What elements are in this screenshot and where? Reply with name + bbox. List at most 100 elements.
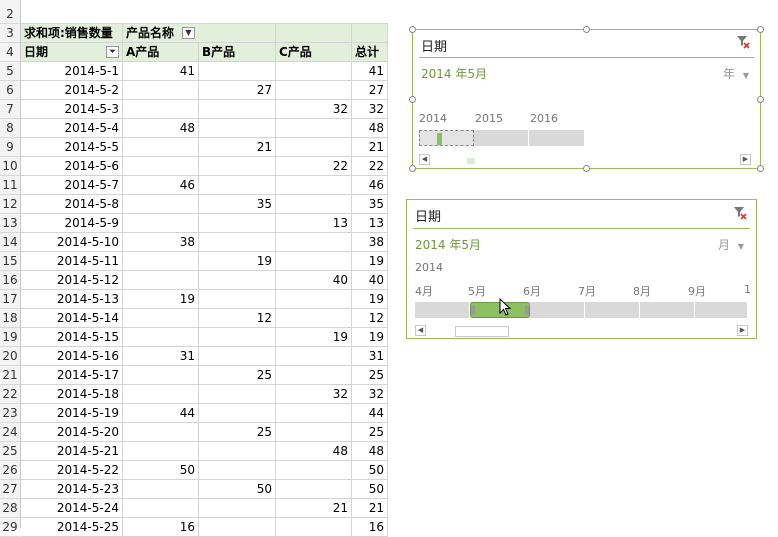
total-cell[interactable]: 46 xyxy=(352,176,388,195)
value-cell-c[interactable]: 32 xyxy=(276,100,352,119)
row-number[interactable]: 18 xyxy=(0,309,20,328)
total-cell[interactable]: 19 xyxy=(352,290,388,309)
total-cell[interactable]: 50 xyxy=(352,461,388,480)
timeline-period[interactable] xyxy=(474,130,529,146)
time-level-dropdown[interactable]: 年 ▼ xyxy=(723,65,749,82)
timeline-period[interactable] xyxy=(530,302,585,318)
value-cell-b[interactable] xyxy=(199,290,276,309)
resize-handle[interactable] xyxy=(583,165,590,172)
value-cell-a[interactable] xyxy=(123,157,199,176)
value-cell-a[interactable] xyxy=(123,214,199,233)
value-cell-a[interactable] xyxy=(123,499,199,518)
value-cell-c[interactable]: 19 xyxy=(276,328,352,347)
total-cell[interactable]: 41 xyxy=(352,62,388,81)
date-cell[interactable]: 2014-5-19 xyxy=(21,404,123,423)
value-cell-a[interactable] xyxy=(123,480,199,499)
date-cell[interactable]: 2014-5-23 xyxy=(21,480,123,499)
date-cell[interactable]: 2014-5-18 xyxy=(21,385,123,404)
total-cell[interactable]: 21 xyxy=(352,499,388,518)
timeline-slicer-month[interactable]: 日期 2014 年5月 月 ▼ 2014 4月 5月 6月 7月 8月 9月 1… xyxy=(406,199,757,339)
value-cell-b[interactable] xyxy=(199,100,276,119)
timeline-slicer-year[interactable]: 日期 2014 年5月 年 ▼ 2014 2015 2016 ◀ ▶ xyxy=(409,26,764,172)
value-cell-a[interactable]: 44 xyxy=(123,404,199,423)
value-cell-a[interactable] xyxy=(123,252,199,271)
resize-handle[interactable] xyxy=(583,26,590,33)
timeline-period[interactable] xyxy=(415,302,470,318)
value-cell-c[interactable]: 21 xyxy=(276,499,352,518)
value-cell-c[interactable] xyxy=(276,480,352,499)
scroll-right-arrow[interactable]: ▶ xyxy=(740,154,751,165)
value-cell-b[interactable] xyxy=(199,157,276,176)
clear-filter-icon[interactable] xyxy=(733,206,747,220)
value-cell-a[interactable] xyxy=(123,100,199,119)
value-cell-c[interactable] xyxy=(276,252,352,271)
value-cell-b[interactable] xyxy=(199,233,276,252)
pivot-value-field-label[interactable]: 求和项:销售数量 xyxy=(21,24,123,43)
row-number[interactable]: 9 xyxy=(0,138,20,157)
total-cell[interactable]: 32 xyxy=(352,100,388,119)
pivot-column-header[interactable]: 总计 xyxy=(352,43,388,62)
value-cell-b[interactable]: 35 xyxy=(199,195,276,214)
value-cell-b[interactable] xyxy=(199,62,276,81)
total-cell[interactable]: 50 xyxy=(352,480,388,499)
value-cell-c[interactable]: 13 xyxy=(276,214,352,233)
timeline-period[interactable] xyxy=(640,302,695,318)
total-cell[interactable]: 22 xyxy=(352,157,388,176)
range-handle-right[interactable] xyxy=(525,305,529,315)
timeline-track[interactable] xyxy=(419,130,585,146)
date-cell[interactable]: 2014-5-17 xyxy=(21,366,123,385)
total-cell[interactable]: 12 xyxy=(352,309,388,328)
value-cell-a[interactable]: 48 xyxy=(123,119,199,138)
resize-handle[interactable] xyxy=(409,165,416,172)
row-number[interactable]: 8 xyxy=(0,119,20,138)
filter-dropdown-icon[interactable]: ▼ xyxy=(182,27,195,39)
value-cell-a[interactable]: 41 xyxy=(123,62,199,81)
time-level-dropdown[interactable]: 月 ▼ xyxy=(718,236,744,253)
date-cell[interactable]: 2014-5-12 xyxy=(21,271,123,290)
date-cell[interactable]: 2014-5-16 xyxy=(21,347,123,366)
date-cell[interactable]: 2014-5-8 xyxy=(21,195,123,214)
value-cell-c[interactable] xyxy=(276,176,352,195)
date-cell[interactable]: 2014-5-14 xyxy=(21,309,123,328)
row-number[interactable]: 4 xyxy=(0,43,20,62)
row-number[interactable]: 19 xyxy=(0,328,20,347)
value-cell-a[interactable] xyxy=(123,366,199,385)
value-cell-a[interactable]: 31 xyxy=(123,347,199,366)
value-cell-c[interactable] xyxy=(276,347,352,366)
pivot-row-field-label[interactable]: 日期 ⏷ xyxy=(21,43,123,62)
row-number[interactable]: 25 xyxy=(0,442,20,461)
row-number[interactable]: 3 xyxy=(0,24,20,43)
total-cell[interactable]: 13 xyxy=(352,214,388,233)
date-cell[interactable]: 2014-5-3 xyxy=(21,100,123,119)
value-cell-c[interactable] xyxy=(276,81,352,100)
total-cell[interactable]: 38 xyxy=(352,233,388,252)
total-cell[interactable]: 48 xyxy=(352,442,388,461)
timeline-period[interactable] xyxy=(695,302,748,318)
timeline-track[interactable] xyxy=(415,302,748,318)
row-number[interactable]: 24 xyxy=(0,423,20,442)
value-cell-b[interactable]: 25 xyxy=(199,366,276,385)
value-cell-a[interactable] xyxy=(123,328,199,347)
value-cell-b[interactable] xyxy=(199,271,276,290)
row-number[interactable]: 11 xyxy=(0,176,20,195)
scroll-left-arrow[interactable]: ◀ xyxy=(415,325,426,336)
value-cell-b[interactable] xyxy=(199,461,276,480)
resize-handle[interactable] xyxy=(757,96,764,103)
date-cell[interactable]: 2014-5-20 xyxy=(21,423,123,442)
date-cell[interactable]: 2014-5-6 xyxy=(21,157,123,176)
row-number[interactable]: 5 xyxy=(0,62,20,81)
value-cell-b[interactable]: 50 xyxy=(199,480,276,499)
pivot-column-header[interactable]: A产品 xyxy=(123,43,199,62)
value-cell-b[interactable]: 27 xyxy=(199,81,276,100)
value-cell-b[interactable] xyxy=(199,499,276,518)
filter-active-icon[interactable]: ⏷ xyxy=(106,46,119,58)
value-cell-a[interactable] xyxy=(123,81,199,100)
row-number[interactable]: 6 xyxy=(0,81,20,100)
value-cell-b[interactable] xyxy=(199,442,276,461)
date-cell[interactable]: 2014-5-10 xyxy=(21,233,123,252)
row-number[interactable]: 7 xyxy=(0,100,20,119)
clear-filter-icon[interactable] xyxy=(736,35,750,49)
value-cell-b[interactable]: 12 xyxy=(199,309,276,328)
value-cell-a[interactable] xyxy=(123,442,199,461)
row-number[interactable]: 23 xyxy=(0,404,20,423)
